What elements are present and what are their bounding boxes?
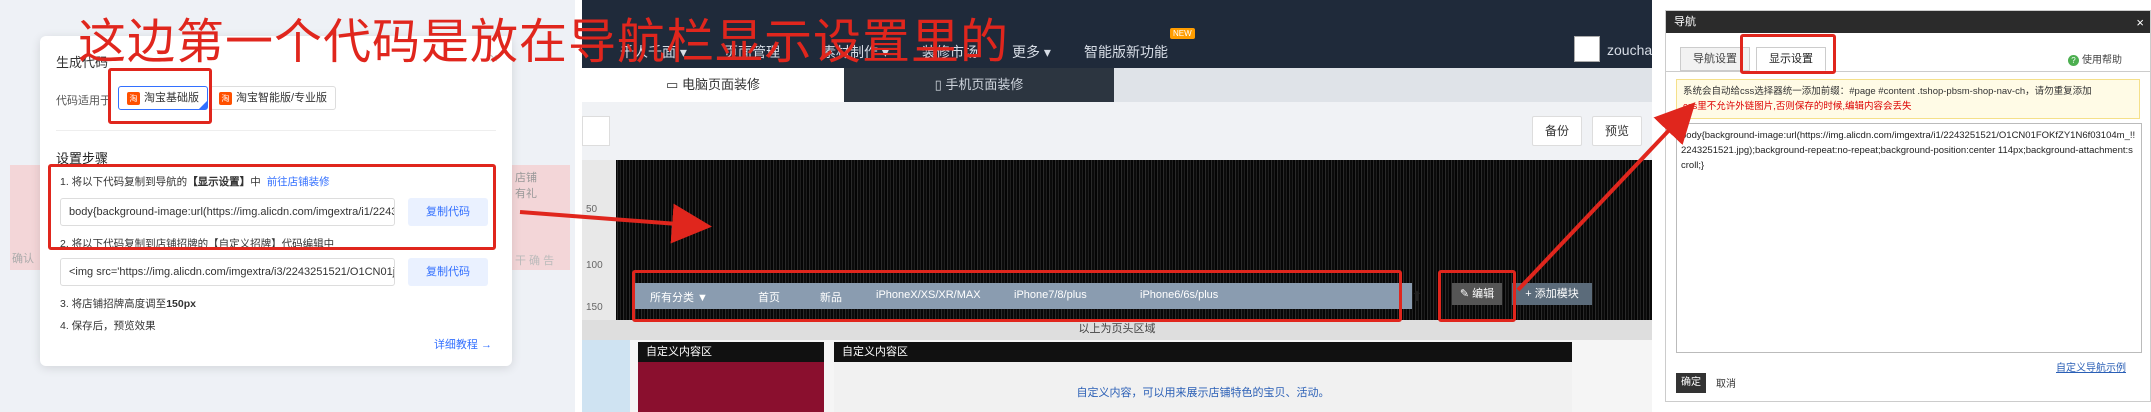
- arrow-to-editor: [519, 203, 712, 244]
- annotation-caption: 这边第一个代码是放在导航栏显示设置里的: [78, 14, 1010, 70]
- arrow-to-dialog: [1516, 102, 1696, 292]
